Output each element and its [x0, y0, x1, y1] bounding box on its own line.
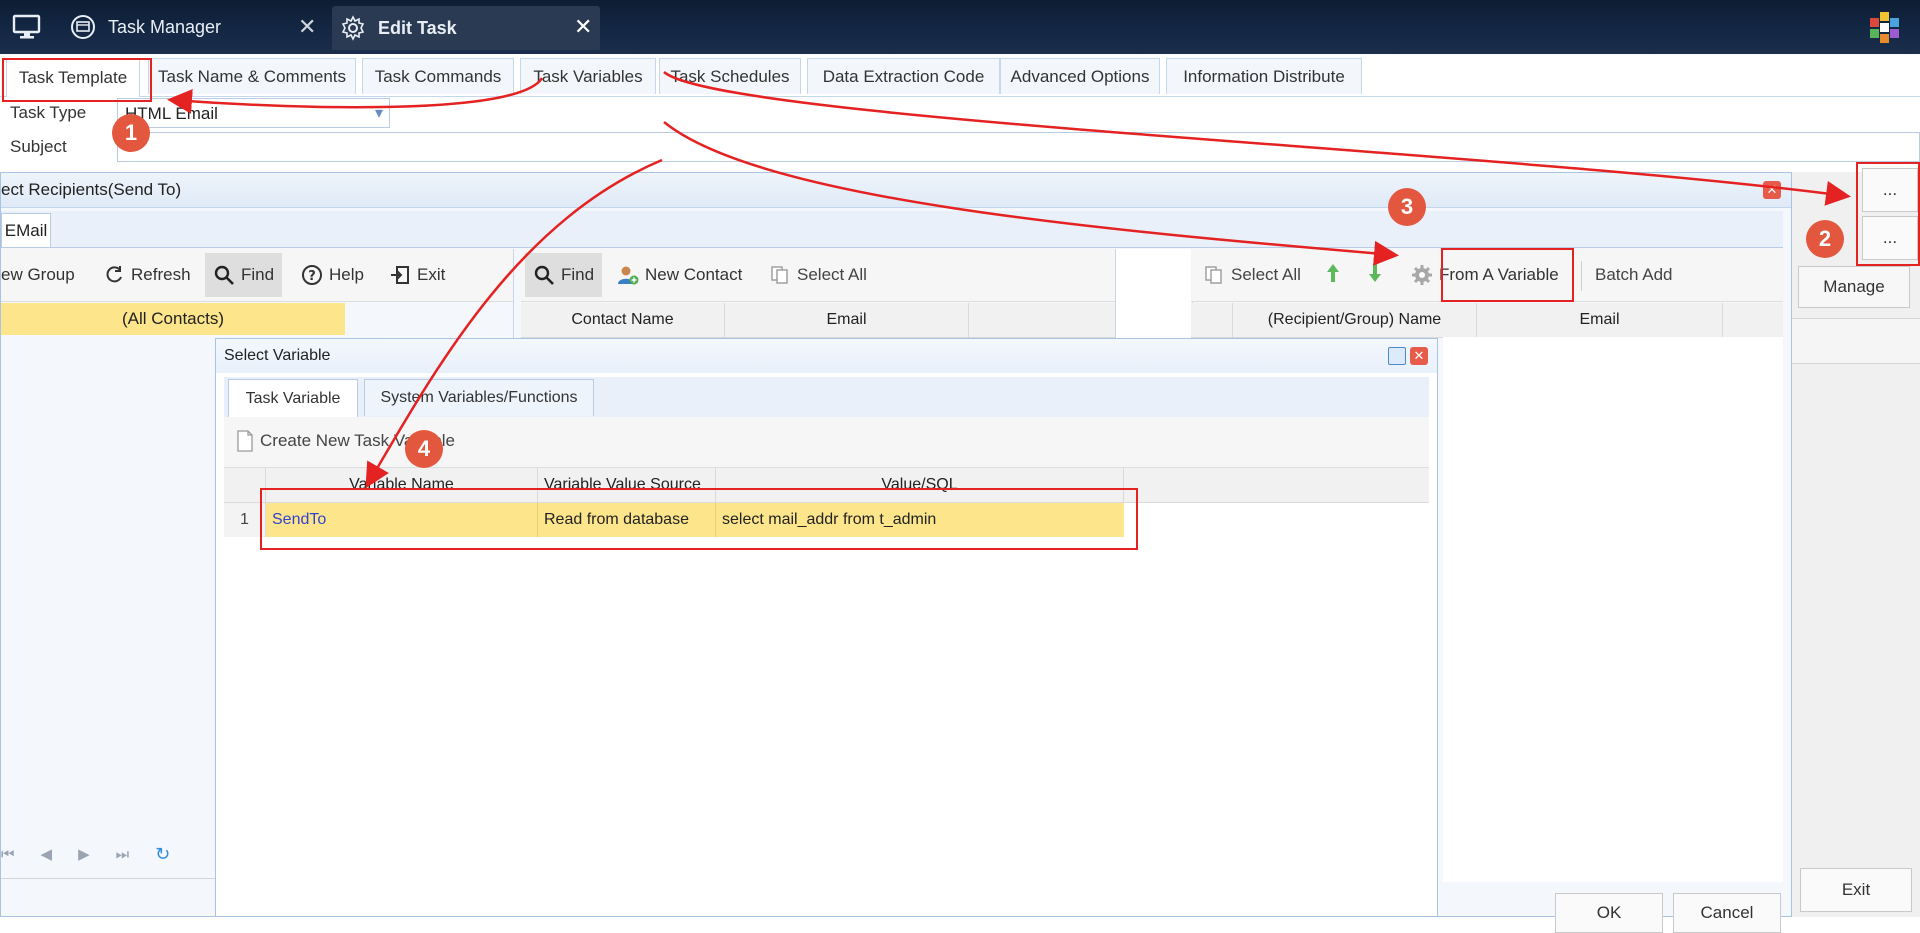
- marker-label: 4: [417, 436, 431, 461]
- step-marker-4: 4: [405, 430, 443, 468]
- annotation-arrows: [167, 71, 1851, 489]
- step-marker-1: 1: [112, 114, 150, 152]
- step-marker-3: 3: [1388, 188, 1426, 226]
- step-marker-2: 2: [1806, 220, 1844, 258]
- marker-label: 1: [124, 120, 138, 145]
- marker-label: 3: [1400, 194, 1414, 219]
- marker-label: 2: [1818, 226, 1832, 251]
